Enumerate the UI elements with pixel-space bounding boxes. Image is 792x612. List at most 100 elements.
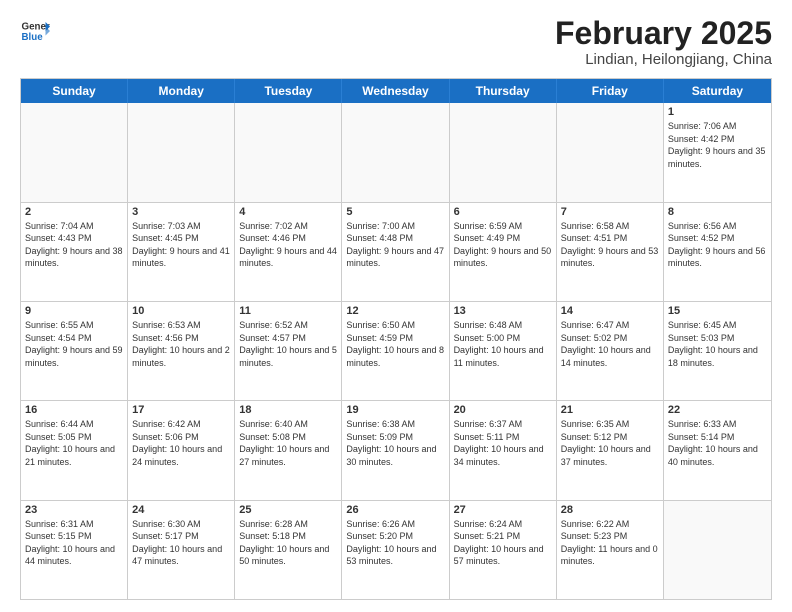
- calendar-row-3: 16 Sunrise: 6:44 AMSunset: 5:05 PMDayligh…: [21, 400, 771, 499]
- cell-info: Sunrise: 6:30 AMSunset: 5:17 PMDaylight:…: [132, 518, 230, 568]
- month-year: February 2025: [555, 16, 772, 51]
- cell-info: Sunrise: 6:24 AMSunset: 5:21 PMDaylight:…: [454, 518, 552, 568]
- cell-info: Sunrise: 7:06 AMSunset: 4:42 PMDaylight:…: [668, 120, 767, 170]
- day-header-sunday: Sunday: [21, 79, 128, 103]
- calendar-cell: [557, 103, 664, 201]
- calendar-cell: 7 Sunrise: 6:58 AMSunset: 4:51 PMDaylight…: [557, 203, 664, 301]
- day-number: 16: [25, 404, 123, 416]
- calendar-cell: 20Sunrise: 6:37 AMSunset: 5:11 PMDayligh…: [450, 401, 557, 499]
- calendar-cell: 1 Sunrise: 7:06 AMSunset: 4:42 PMDaylight…: [664, 103, 771, 201]
- day-header-monday: Monday: [128, 79, 235, 103]
- calendar-cell: 17 Sunrise: 6:42 AMSunset: 5:06 PMDayligh…: [128, 401, 235, 499]
- location: Lindian, Heilongjiang, China: [555, 51, 772, 68]
- cell-info: Sunrise: 6:50 AMSunset: 4:59 PMDaylight:…: [346, 319, 444, 369]
- calendar-cell: 15 Sunrise: 6:45 AMSunset: 5:03 PMDayligh…: [664, 302, 771, 400]
- calendar-header: SundayMondayTuesdayWednesdayThursdayFrid…: [21, 79, 771, 103]
- cell-info: Sunrise: 6:47 AMSunset: 5:02 PMDaylight:…: [561, 319, 659, 369]
- day-header-tuesday: Tuesday: [235, 79, 342, 103]
- calendar-cell: [235, 103, 342, 201]
- cell-info: Sunrise: 7:02 AMSunset: 4:46 PMDaylight:…: [239, 220, 337, 270]
- calendar-cell: 14 Sunrise: 6:47 AMSunset: 5:02 PMDayligh…: [557, 302, 664, 400]
- calendar-cell: 26 Sunrise: 6:26 AMSunset: 5:20 PMDayligh…: [342, 501, 449, 599]
- cell-info: Sunrise: 6:26 AMSunset: 5:20 PMDaylight:…: [346, 518, 444, 568]
- day-number: 15: [668, 305, 767, 317]
- title-block: February 2025 Lindian, Heilongjiang, Chi…: [555, 16, 772, 68]
- cell-info: Sunrise: 6:58 AMSunset: 4:51 PMDaylight:…: [561, 220, 659, 270]
- cell-info: Sunrise: 6:31 AMSunset: 5:15 PMDaylight:…: [25, 518, 123, 568]
- cell-info: Sunrise: 6:40 AMSunset: 5:08 PMDaylight:…: [239, 418, 337, 468]
- calendar-cell: 5 Sunrise: 7:00 AMSunset: 4:48 PMDaylight…: [342, 203, 449, 301]
- calendar-cell: 18 Sunrise: 6:40 AMSunset: 5:08 PMDayligh…: [235, 401, 342, 499]
- day-number: 23: [25, 504, 123, 516]
- calendar-cell: 22 Sunrise: 6:33 AMSunset: 5:14 PMDayligh…: [664, 401, 771, 499]
- day-number: 12: [346, 305, 444, 317]
- cell-info: Sunrise: 6:35 AMSunset: 5:12 PMDaylight:…: [561, 418, 659, 468]
- calendar-cell: 10 Sunrise: 6:53 AMSunset: 4:56 PMDayligh…: [128, 302, 235, 400]
- cell-info: Sunrise: 6:52 AMSunset: 4:57 PMDaylight:…: [239, 319, 337, 369]
- day-number: 27: [454, 504, 552, 516]
- day-number: 9: [25, 305, 123, 317]
- calendar-cell: 9Sunrise: 6:55 AMSunset: 4:54 PMDaylight…: [21, 302, 128, 400]
- logo-icon: General Blue: [20, 16, 50, 46]
- calendar-cell: 12 Sunrise: 6:50 AMSunset: 4:59 PMDayligh…: [342, 302, 449, 400]
- calendar: SundayMondayTuesdayWednesdayThursdayFrid…: [20, 78, 772, 600]
- calendar-cell: [342, 103, 449, 201]
- calendar-cell: 6 Sunrise: 6:59 AMSunset: 4:49 PMDaylight…: [450, 203, 557, 301]
- cell-info: Sunrise: 7:00 AMSunset: 4:48 PMDaylight:…: [346, 220, 444, 270]
- cell-info: Sunrise: 6:45 AMSunset: 5:03 PMDaylight:…: [668, 319, 767, 369]
- calendar-cell: 11Sunrise: 6:52 AMSunset: 4:57 PMDayligh…: [235, 302, 342, 400]
- day-number: 26: [346, 504, 444, 516]
- calendar-cell: 4 Sunrise: 7:02 AMSunset: 4:46 PMDaylight…: [235, 203, 342, 301]
- calendar-body: 1 Sunrise: 7:06 AMSunset: 4:42 PMDaylight…: [21, 103, 771, 599]
- day-number: 6: [454, 206, 552, 218]
- header: General Blue February 2025 Lindian, Heil…: [20, 16, 772, 68]
- day-number: 13: [454, 305, 552, 317]
- cell-info: Sunrise: 6:53 AMSunset: 4:56 PMDaylight:…: [132, 319, 230, 369]
- calendar-row-4: 23 Sunrise: 6:31 AMSunset: 5:15 PMDayligh…: [21, 500, 771, 599]
- calendar-row-0: 1 Sunrise: 7:06 AMSunset: 4:42 PMDaylight…: [21, 103, 771, 201]
- cell-info: Sunrise: 6:42 AMSunset: 5:06 PMDaylight:…: [132, 418, 230, 468]
- day-number: 4: [239, 206, 337, 218]
- day-number: 5: [346, 206, 444, 218]
- day-number: 18: [239, 404, 337, 416]
- day-header-saturday: Saturday: [664, 79, 771, 103]
- day-number: 22: [668, 404, 767, 416]
- calendar-cell: [664, 501, 771, 599]
- day-number: 7: [561, 206, 659, 218]
- cell-info: Sunrise: 6:33 AMSunset: 5:14 PMDaylight:…: [668, 418, 767, 468]
- cell-info: Sunrise: 6:37 AMSunset: 5:11 PMDaylight:…: [454, 418, 552, 468]
- cell-info: Sunrise: 6:59 AMSunset: 4:49 PMDaylight:…: [454, 220, 552, 270]
- day-number: 21: [561, 404, 659, 416]
- day-number: 1: [668, 106, 767, 118]
- day-header-thursday: Thursday: [450, 79, 557, 103]
- calendar-cell: 25 Sunrise: 6:28 AMSunset: 5:18 PMDayligh…: [235, 501, 342, 599]
- day-number: 19: [346, 404, 444, 416]
- day-number: 24: [132, 504, 230, 516]
- cell-info: Sunrise: 6:56 AMSunset: 4:52 PMDaylight:…: [668, 220, 767, 270]
- day-number: 14: [561, 305, 659, 317]
- calendar-cell: 8Sunrise: 6:56 AMSunset: 4:52 PMDaylight…: [664, 203, 771, 301]
- calendar-cell: 21 Sunrise: 6:35 AMSunset: 5:12 PMDayligh…: [557, 401, 664, 499]
- day-header-wednesday: Wednesday: [342, 79, 449, 103]
- calendar-cell: 23 Sunrise: 6:31 AMSunset: 5:15 PMDayligh…: [21, 501, 128, 599]
- cell-info: Sunrise: 7:03 AMSunset: 4:45 PMDaylight:…: [132, 220, 230, 270]
- cell-info: Sunrise: 6:38 AMSunset: 5:09 PMDaylight:…: [346, 418, 444, 468]
- calendar-cell: [128, 103, 235, 201]
- day-number: 2: [25, 206, 123, 218]
- calendar-cell: 16 Sunrise: 6:44 AMSunset: 5:05 PMDayligh…: [21, 401, 128, 499]
- day-header-friday: Friday: [557, 79, 664, 103]
- day-number: 25: [239, 504, 337, 516]
- cell-info: Sunrise: 7:04 AMSunset: 4:43 PMDaylight:…: [25, 220, 123, 270]
- cell-info: Sunrise: 6:44 AMSunset: 5:05 PMDaylight:…: [25, 418, 123, 468]
- day-number: 10: [132, 305, 230, 317]
- cell-info: Sunrise: 6:28 AMSunset: 5:18 PMDaylight:…: [239, 518, 337, 568]
- cell-info: Sunrise: 6:22 AMSunset: 5:23 PMDaylight:…: [561, 518, 659, 568]
- page: General Blue February 2025 Lindian, Heil…: [0, 0, 792, 612]
- day-number: 17: [132, 404, 230, 416]
- day-number: 28: [561, 504, 659, 516]
- calendar-cell: 2 Sunrise: 7:04 AMSunset: 4:43 PMDaylight…: [21, 203, 128, 301]
- calendar-row-2: 9Sunrise: 6:55 AMSunset: 4:54 PMDaylight…: [21, 301, 771, 400]
- calendar-cell: [450, 103, 557, 201]
- calendar-cell: 3Sunrise: 7:03 AMSunset: 4:45 PMDaylight…: [128, 203, 235, 301]
- calendar-cell: 19 Sunrise: 6:38 AMSunset: 5:09 PMDayligh…: [342, 401, 449, 499]
